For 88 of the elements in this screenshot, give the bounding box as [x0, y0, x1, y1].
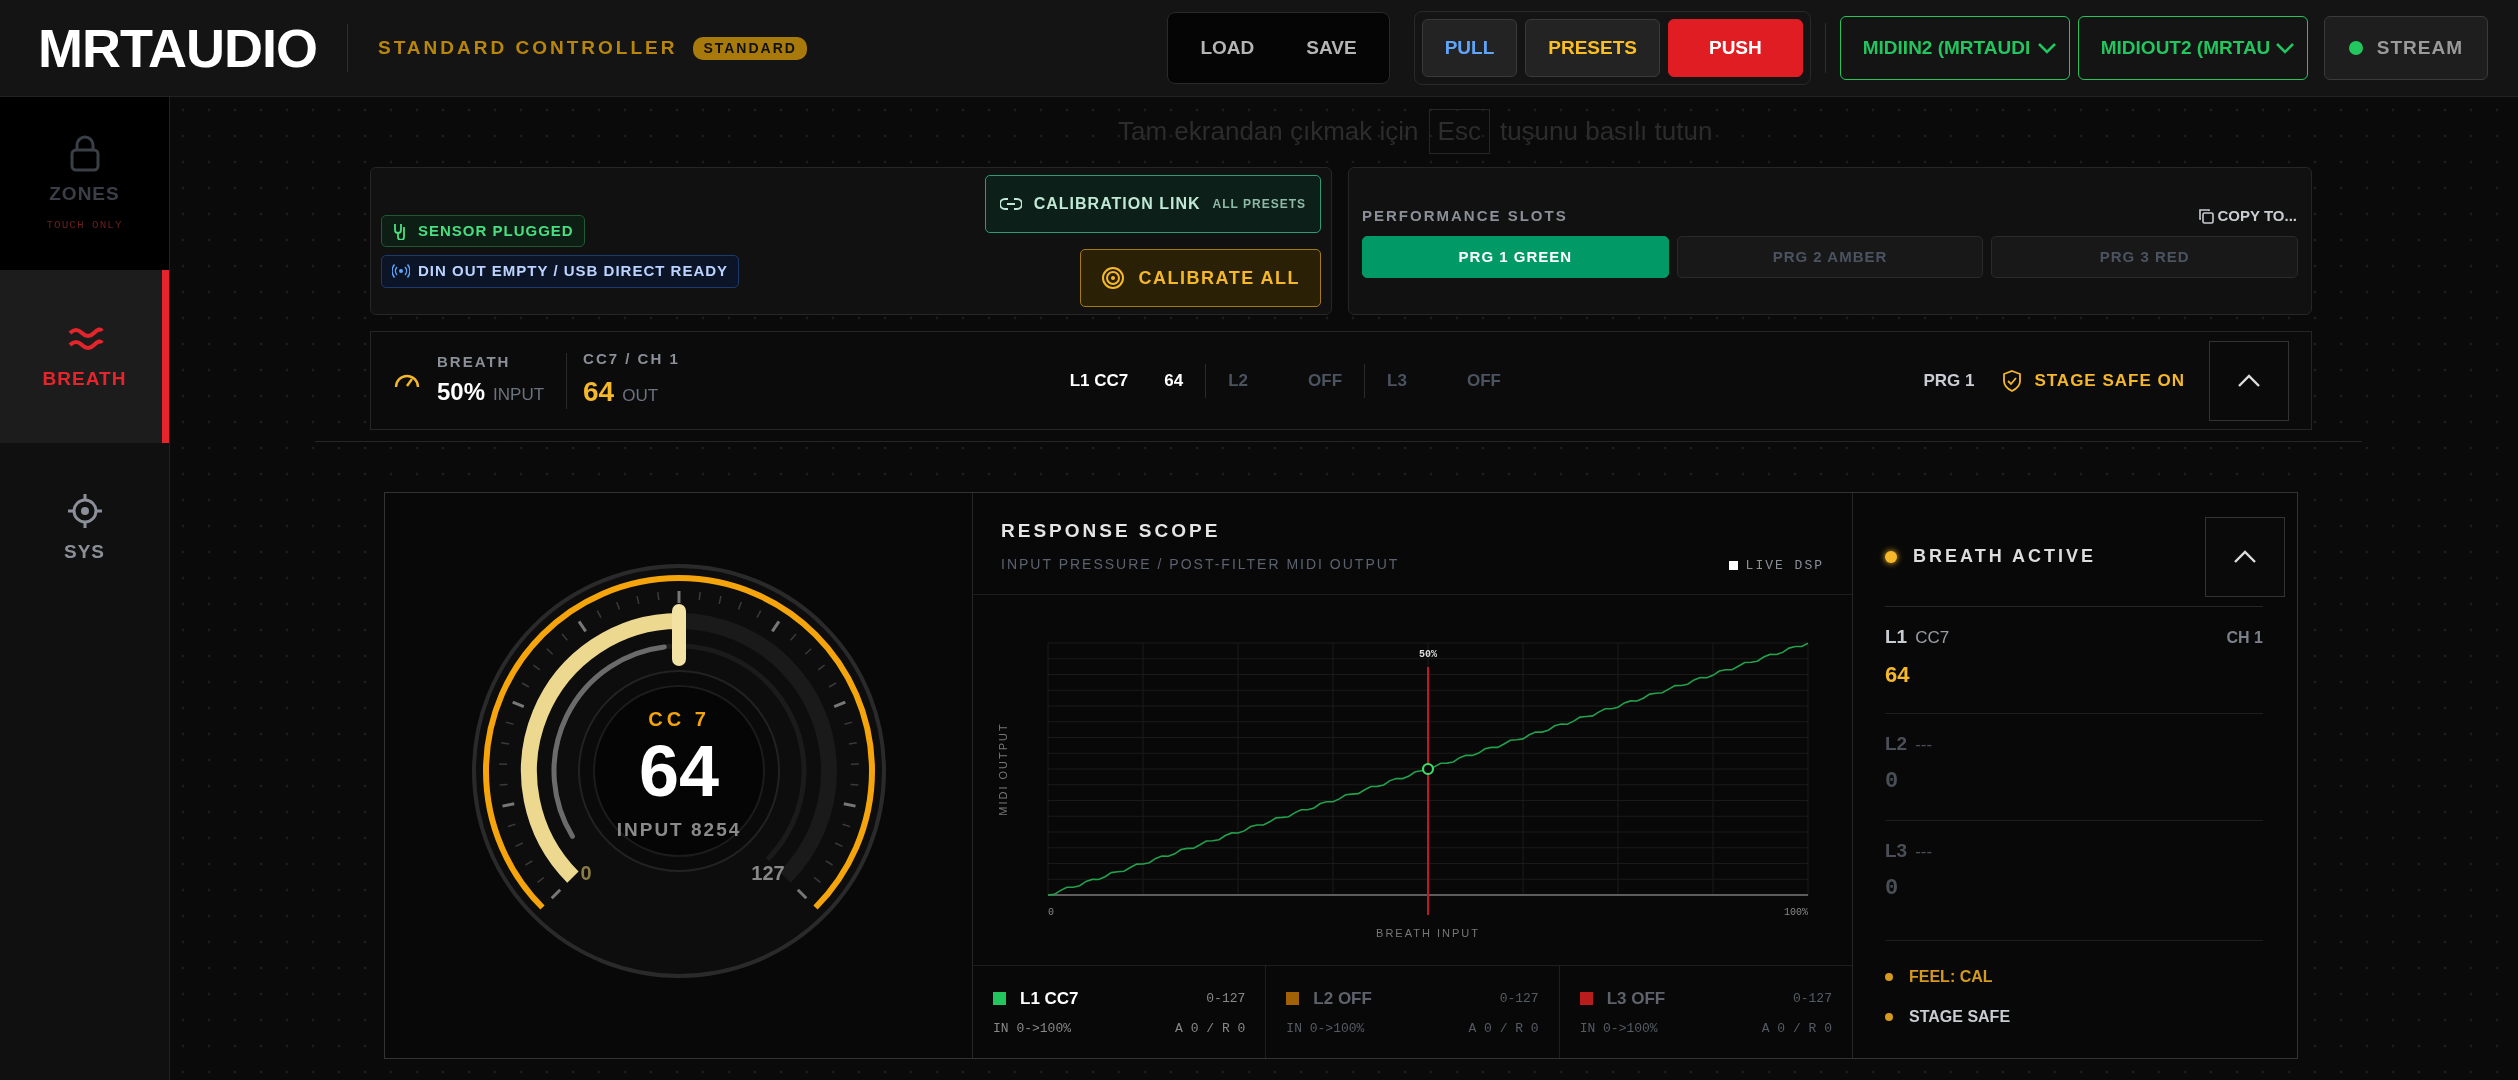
layer-name: L2 OFF [1313, 987, 1372, 1010]
chevron-up-icon [2237, 373, 2261, 388]
layer-name: L3 OFF [1606, 987, 1666, 1010]
layer-value: 0 [1885, 874, 1900, 903]
layer-name: L1 CC7 [1020, 987, 1079, 1010]
stage-safe-status: STAGE SAFE ON [2034, 369, 2185, 392]
copy-icon [2197, 208, 2214, 224]
app-subtitle: STANDARD CONTROLLER [377, 35, 678, 60]
link-icon [999, 197, 1022, 211]
sidebar-tab[interactable]: BREATH [0, 270, 169, 443]
layer-name: L2 [1885, 732, 1908, 756]
layer-mapping: IN 0->100% [1286, 1020, 1365, 1038]
copy-to-link[interactable]: COPY TO... [2196, 203, 2298, 229]
collapse-button[interactable] [2209, 340, 2289, 421]
monitor-status: BREATH ACTIVE [1913, 545, 2096, 568]
live-indicator [1728, 561, 1738, 570]
scope-title: RESPONSE SCOPE [1001, 519, 1222, 543]
layer-name: L3 [1387, 369, 1407, 392]
field-label: BREATH [437, 352, 512, 373]
layer-target: --- [1915, 734, 1933, 756]
target-icon [1100, 266, 1125, 290]
push-button[interactable]: PUSH [1667, 19, 1803, 77]
layer-name: L3 [1885, 839, 1908, 863]
layer-value: 0 [1885, 767, 1900, 796]
flag-label: FEEL: CAL [1909, 967, 1993, 987]
field-value: 64 [583, 374, 615, 409]
x-tick-label: 100% [1784, 907, 1808, 918]
port-select[interactable]: MIDIIN2 (MRTAUDI [1839, 16, 2070, 80]
program-label: PRG 1 [1923, 369, 1975, 392]
calibration-link-button[interactable]: CALIBRATION LINK ALL PRESETS [984, 175, 1321, 233]
x-axis-label: BREATH INPUT [1376, 927, 1480, 939]
unit-label: OUT [622, 384, 659, 407]
layer-envelope: A 0 / R 0 [1175, 1020, 1246, 1038]
chevron-up-icon [2233, 549, 2257, 564]
presets-button[interactable]: PRESETS [1525, 19, 1660, 77]
pull-button[interactable]: PULL [1421, 19, 1518, 77]
active-indicator [1885, 550, 1897, 563]
x-tick-label: 0 [1048, 907, 1054, 918]
collapse-button[interactable] [2205, 516, 2285, 597]
layer-value: 64 [1885, 660, 1911, 689]
flag-indicator [1885, 1013, 1893, 1021]
layer-range: 0-127 [1792, 989, 1832, 1008]
layer-name: L1 CC7 [1069, 369, 1129, 392]
live-label: LIVE DSP [1745, 556, 1824, 575]
stream-button[interactable]: STREAM [2323, 16, 2488, 80]
layer-range: 0-127 [1206, 989, 1246, 1008]
file-button[interactable]: SAVE [1284, 19, 1379, 77]
layer-value: OFF [1466, 369, 1501, 392]
layer-name: L2 [1228, 369, 1249, 392]
layer-range: 0-127 [1499, 989, 1539, 1008]
status-chip: DIN OUT EMPTY / USB DIRECT READY [381, 255, 740, 288]
field-label: CC7 / CH 1 [583, 349, 680, 370]
calibrate-all-button[interactable]: CALIBRATE ALL [1079, 249, 1321, 307]
layer-target: --- [1915, 841, 1933, 863]
chevron-down-icon [2274, 42, 2295, 54]
layer-value: OFF [1308, 369, 1343, 392]
field-value: 50% [437, 376, 486, 407]
scope-subtitle: INPUT PRESSURE / POST-FILTER MIDI OUTPUT [1001, 554, 1400, 574]
scale-label: 127 [750, 861, 785, 884]
cc-label: CC 7 [647, 707, 710, 730]
shield-icon [2002, 369, 2023, 392]
input-reading: INPUT 8254 [616, 818, 741, 840]
flag-label: STAGE SAFE [1909, 1007, 2011, 1027]
section-label: PERFORMANCE SLOTS [1362, 205, 1568, 226]
y-axis-label: MIDI OUTPUT [997, 722, 1009, 816]
tab-note: TOUCH ONLY [46, 217, 123, 233]
gauge-needle [671, 603, 686, 666]
slot-tab[interactable]: PRG 1 GREEN [1362, 236, 1669, 279]
layer-envelope: A 0 / R 0 [1468, 1020, 1539, 1038]
scale-label: 0 [579, 861, 592, 884]
status-chip: SENSOR PLUGGED [381, 214, 585, 247]
flag-indicator [1885, 973, 1893, 981]
mode-badge: STANDARD [693, 36, 807, 60]
gauge-value: 64 [638, 730, 719, 811]
unit-label: INPUT [493, 383, 545, 406]
layer-mapping: IN 0->100% [1579, 1020, 1658, 1038]
layer-name: L1 [1885, 625, 1908, 649]
file-button[interactable]: LOAD [1178, 19, 1277, 77]
chevron-down-icon [2036, 42, 2057, 54]
layer-channel: CH 1 [2226, 628, 2263, 648]
sidebar-tab[interactable]: SYS [0, 443, 169, 616]
app-logo: MRTAUDIO [38, 16, 317, 80]
port-select[interactable]: MIDIOUT2 (MRTAU [2077, 16, 2308, 80]
layer-target: CC7 [1915, 627, 1950, 649]
layer-mapping: IN 0->100% [993, 1020, 1071, 1038]
layer-envelope: A 0 / R 0 [1761, 1020, 1832, 1038]
cursor-label: 50% [1419, 649, 1437, 660]
layer-value: 64 [1164, 369, 1184, 392]
